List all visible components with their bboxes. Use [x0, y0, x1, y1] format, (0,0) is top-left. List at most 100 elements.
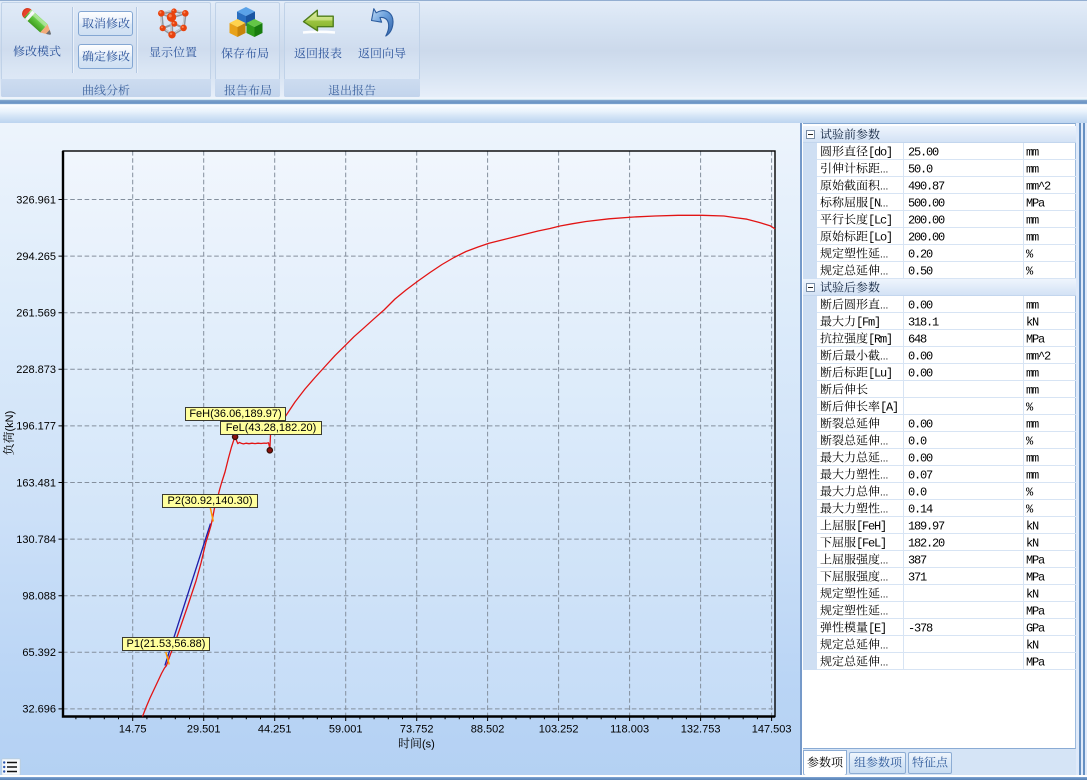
svg-text:kN: kN: [1026, 639, 1039, 653]
svg-text:...: ...: [880, 641, 888, 652]
svg-text:118.003: 118.003: [610, 724, 649, 736]
svg-text:07: 07: [920, 469, 933, 483]
svg-text:...: ...: [880, 165, 888, 176]
svg-text:[Lo]: [Lo]: [868, 231, 892, 245]
svg-text:...: ...: [880, 182, 888, 193]
svg-text:00: 00: [932, 214, 945, 228]
svg-text:kN: kN: [1026, 520, 1039, 534]
svg-text:648: 648: [908, 333, 927, 347]
svg-text:387: 387: [908, 554, 927, 568]
svg-text:0: 0: [926, 163, 933, 177]
svg-text:mm^2: mm^2: [1026, 180, 1051, 194]
svg-text:...: ...: [880, 590, 888, 601]
svg-text:[Lc]: [Lc]: [868, 214, 892, 228]
svg-text:[FeL]: [FeL]: [856, 537, 886, 551]
svg-text:228.873: 228.873: [16, 364, 56, 376]
svg-text:...: ...: [880, 250, 888, 261]
svg-text:GPa: GPa: [1026, 622, 1045, 636]
svg-text:147.503: 147.503: [752, 724, 792, 736]
svg-text:103.252: 103.252: [539, 724, 579, 736]
svg-text:88.502: 88.502: [471, 724, 505, 736]
svg-text:189: 189: [908, 520, 927, 534]
svg-text:00: 00: [920, 452, 933, 466]
svg-text:200: 200: [908, 231, 927, 245]
svg-text:...: ...: [880, 301, 888, 312]
svg-text:371: 371: [908, 571, 927, 585]
svg-text:mm: mm: [1026, 299, 1039, 313]
svg-text:...: ...: [880, 199, 888, 210]
svg-text:318: 318: [908, 316, 927, 330]
svg-text:[Rm]: [Rm]: [868, 333, 892, 347]
svg-text:mm: mm: [1026, 163, 1039, 177]
svg-text:44.251: 44.251: [258, 724, 292, 736]
svg-text:490: 490: [908, 180, 927, 194]
svg-text:mm: mm: [1026, 452, 1039, 466]
svg-text:[FeH]: [FeH]: [856, 520, 886, 534]
svg-text:(s): (s): [422, 739, 435, 751]
svg-text:MPa: MPa: [1026, 656, 1045, 670]
svg-text:...: ...: [880, 454, 888, 465]
svg-text:98.088: 98.088: [22, 591, 56, 603]
svg-text:00: 00: [920, 299, 933, 313]
svg-text:1: 1: [932, 316, 939, 330]
svg-text:500: 500: [908, 197, 927, 211]
svg-text:00: 00: [926, 146, 939, 160]
svg-text:mm^2: mm^2: [1026, 350, 1051, 364]
svg-text:[do]: [do]: [868, 146, 892, 160]
svg-text:MPa: MPa: [1026, 333, 1045, 347]
svg-text:...: ...: [880, 556, 888, 567]
svg-text:kN: kN: [1026, 316, 1039, 330]
svg-text:MPa: MPa: [1026, 197, 1045, 211]
svg-text:...: ...: [880, 573, 888, 584]
svg-text:00: 00: [932, 197, 945, 211]
svg-text:...: ...: [880, 658, 888, 669]
svg-text:87: 87: [932, 180, 945, 194]
svg-text:...: ...: [880, 267, 888, 278]
svg-text:0: 0: [920, 435, 927, 449]
svg-text:mm: mm: [1026, 384, 1039, 398]
svg-text:[E]: [E]: [868, 622, 886, 636]
svg-text:59.001: 59.001: [329, 724, 363, 736]
svg-text:65.392: 65.392: [22, 647, 56, 659]
svg-text:00: 00: [920, 367, 933, 381]
svg-text:261.569: 261.569: [16, 308, 56, 320]
svg-text:...: ...: [880, 437, 888, 448]
svg-text:182: 182: [908, 537, 927, 551]
svg-text:0: 0: [920, 486, 927, 500]
svg-text:97: 97: [932, 520, 945, 534]
svg-text:14.75: 14.75: [119, 724, 147, 736]
svg-text:...: ...: [880, 352, 888, 363]
svg-text:20: 20: [932, 537, 945, 551]
svg-text:326.961: 326.961: [16, 194, 56, 206]
svg-text:mm: mm: [1026, 146, 1039, 160]
svg-text:mm: mm: [1026, 231, 1039, 245]
svg-text:MPa: MPa: [1026, 554, 1045, 568]
svg-text:MPa: MPa: [1026, 605, 1045, 619]
svg-text:29.501: 29.501: [187, 724, 221, 736]
svg-text:-378: -378: [908, 622, 933, 636]
svg-text:...: ...: [880, 471, 888, 482]
svg-text:00: 00: [920, 418, 933, 432]
svg-text:50: 50: [920, 265, 933, 279]
svg-text:kN: kN: [1026, 537, 1039, 551]
svg-text:MPa: MPa: [1026, 571, 1045, 585]
svg-text:mm: mm: [1026, 367, 1039, 381]
svg-text:130.784: 130.784: [16, 534, 56, 546]
svg-text:73.752: 73.752: [400, 724, 434, 736]
svg-text:kN: kN: [1026, 588, 1039, 602]
svg-text:mm: mm: [1026, 214, 1039, 228]
svg-text:163.481: 163.481: [16, 477, 56, 489]
svg-text:...: ...: [880, 505, 888, 516]
svg-text:32.696: 32.696: [22, 704, 56, 716]
svg-text:(kN): (kN): [4, 411, 16, 432]
svg-text:[Lu]: [Lu]: [868, 367, 892, 381]
svg-text:200: 200: [908, 214, 927, 228]
svg-text:mm: mm: [1026, 418, 1039, 432]
svg-text:00: 00: [932, 231, 945, 245]
svg-text:...: ...: [880, 607, 888, 618]
svg-text:294.265: 294.265: [16, 251, 56, 263]
svg-text:132.753: 132.753: [681, 724, 721, 736]
svg-text:[A]: [A]: [880, 401, 898, 415]
svg-text:14: 14: [920, 503, 933, 517]
svg-text:00: 00: [920, 350, 933, 364]
